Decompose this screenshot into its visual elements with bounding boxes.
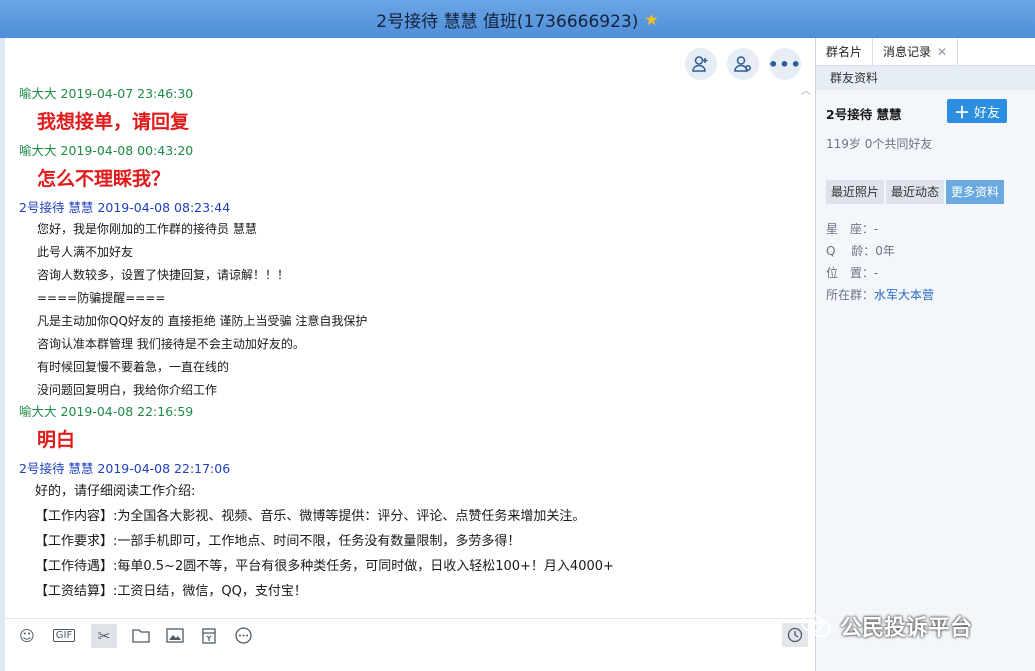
user-settings-icon xyxy=(734,56,751,72)
message-line: 好的，请仔细阅读工作介绍: xyxy=(35,484,196,499)
emoji-icon[interactable]: ☺ xyxy=(17,626,37,646)
message-line: 此号人满不加好友 xyxy=(37,245,134,259)
info-list: 星 座：- Q 龄：0年 位 置：- 所在群：水军大本营 xyxy=(816,204,1035,306)
more-icon: ••• xyxy=(768,54,802,74)
message-line: 【工作内容】:为全国各大影视、视频、音乐、微博等提供：评分、评论、点赞任务来增加… xyxy=(35,509,586,524)
image-icon[interactable] xyxy=(165,626,185,646)
close-icon[interactable]: ✕ xyxy=(937,45,947,59)
info-constellation: 星 座：- xyxy=(826,222,879,236)
more-options-icon[interactable] xyxy=(233,626,253,646)
message-header: 喻大大 2019-04-07 23:46:30 xyxy=(19,84,799,104)
side-tabs: 群名片 消息记录 ✕ xyxy=(816,38,1035,66)
chat-actions: ••• xyxy=(685,48,801,80)
add-friend-label: 好友 xyxy=(974,105,1001,121)
window-title-bar: 2号接待 慧慧 值班(1736666923) ★ xyxy=(0,0,1035,38)
window-title: 2号接待 慧慧 值班(1736666923) xyxy=(376,11,639,32)
message-text: 我想接单，请回复 xyxy=(37,111,190,133)
star-icon: ★ xyxy=(644,9,659,29)
gif-label: GIF xyxy=(52,629,76,642)
tab-recent-activity[interactable]: 最近动态 xyxy=(886,180,945,204)
message-text: 怎么不理睬我？ xyxy=(37,168,171,190)
message-header: 2号接待 慧慧 2019-04-08 22:17:06 xyxy=(19,459,799,479)
chat-panel: ••• ︿ 喻大大 2019-04-07 23:46:30 我想接单，请回复 喻… xyxy=(5,38,815,671)
input-toolbar: ☺ GIF ✂ xyxy=(5,618,815,652)
add-user-icon xyxy=(692,56,708,72)
info-location: 位 置：- xyxy=(826,266,879,280)
message-time: 2019-04-08 08:23:44 xyxy=(97,200,231,215)
group-link[interactable]: 水军大本营 xyxy=(874,288,934,302)
message-line: 【工作要求】:一部手机即可，工作地点、时间不限，任务没有数量限制，多劳多得！ xyxy=(35,534,521,549)
sender-name[interactable]: 2号接待 慧慧 xyxy=(19,200,93,215)
message-line: 有时候回复慢不要着急，一直在线的 xyxy=(37,360,230,374)
folder-icon[interactable] xyxy=(131,626,151,646)
tab-label: 消息记录 xyxy=(883,45,932,59)
message-line: 【工作待遇】:每单0.5~2圆不等，平台有很多种类任务，可同时做，日收入轻松10… xyxy=(35,559,614,574)
message-line: 凡是主动加你QQ好友的 直接拒绝 谨防上当受骗 注意自我保护 xyxy=(37,314,368,328)
sender-name[interactable]: 喻大大 xyxy=(19,143,57,158)
watermark-text: 公民投诉平台 xyxy=(840,616,973,641)
group-label: 所在群： xyxy=(826,288,875,302)
profile-card: 2号接待 慧慧 119岁 0个共同好友 ＋ 好友 xyxy=(816,90,1035,180)
sender-name[interactable]: 喻大大 xyxy=(19,86,57,101)
profile-subtitle: 119岁 0个共同好友 xyxy=(826,137,933,151)
info-qq-age: Q 龄：0年 xyxy=(826,244,895,258)
more-button[interactable]: ••• xyxy=(768,48,802,80)
message-line: ====防骗提醒==== xyxy=(37,291,166,305)
red-packet-icon[interactable] xyxy=(199,626,219,646)
watermark: 公民投诉平台 xyxy=(800,610,972,642)
message-line: 【工资结算】:工资日结，微信，QQ，支付宝！ xyxy=(35,584,307,599)
tab-message-history[interactable]: 消息记录 ✕ xyxy=(873,38,959,65)
message-time: 2019-04-08 22:17:06 xyxy=(97,461,231,476)
gif-icon[interactable]: GIF xyxy=(51,626,77,646)
message-header: 喻大大 2019-04-08 00:43:20 xyxy=(19,141,799,161)
message-time: 2019-04-07 23:46:30 xyxy=(60,86,194,101)
wechat-icon xyxy=(801,614,831,637)
message-time: 2019-04-08 22:16:59 xyxy=(60,404,194,419)
message-line: 您好，我是你刚加的工作群的接待员 慧慧 xyxy=(37,222,257,236)
member-settings-button[interactable] xyxy=(727,48,759,80)
message-list: 喻大大 2019-04-07 23:46:30 我想接单，请回复 喻大大 201… xyxy=(19,84,799,604)
tab-member-profile[interactable]: 群友资料 xyxy=(816,66,1035,90)
sender-name[interactable]: 喻大大 xyxy=(19,404,57,419)
sender-name[interactable]: 2号接待 慧慧 xyxy=(19,461,93,476)
scissors-icon[interactable]: ✂ xyxy=(91,623,117,648)
message-line: 没问题回复明白，我给你介绍工作 xyxy=(37,383,218,397)
message-header: 喻大大 2019-04-08 22:16:59 xyxy=(19,402,799,422)
tab-group-card[interactable]: 群名片 xyxy=(816,38,874,65)
message-text: 明白 xyxy=(37,429,76,451)
add-member-button[interactable] xyxy=(685,48,717,80)
message-line: 咨询认准本群管理 我们接待是不会主动加好友的。 xyxy=(37,337,305,351)
plus-icon: ＋ xyxy=(953,103,970,122)
message-header: 2号接待 慧慧 2019-04-08 08:23:44 xyxy=(19,198,799,218)
add-friend-button[interactable]: ＋ 好友 xyxy=(947,99,1007,123)
side-panel: 群名片 消息记录 ✕ 群友资料 2号接待 慧慧 119岁 0个共同好友 ＋ 好友 … xyxy=(815,38,1035,671)
tab-recent-photos[interactable]: 最近照片 xyxy=(826,180,885,204)
info-group: 所在群：水军大本营 xyxy=(826,284,1025,306)
message-line: 咨询人数较多，设置了快捷回复，请谅解！！！ xyxy=(37,268,290,282)
scroll-up-icon[interactable]: ︿ xyxy=(801,82,811,97)
info-tabs: 最近照片 最近动态 更多资料 xyxy=(816,180,1035,204)
message-time: 2019-04-08 00:43:20 xyxy=(60,143,194,158)
tab-more-info[interactable]: 更多资料 xyxy=(946,180,1005,204)
